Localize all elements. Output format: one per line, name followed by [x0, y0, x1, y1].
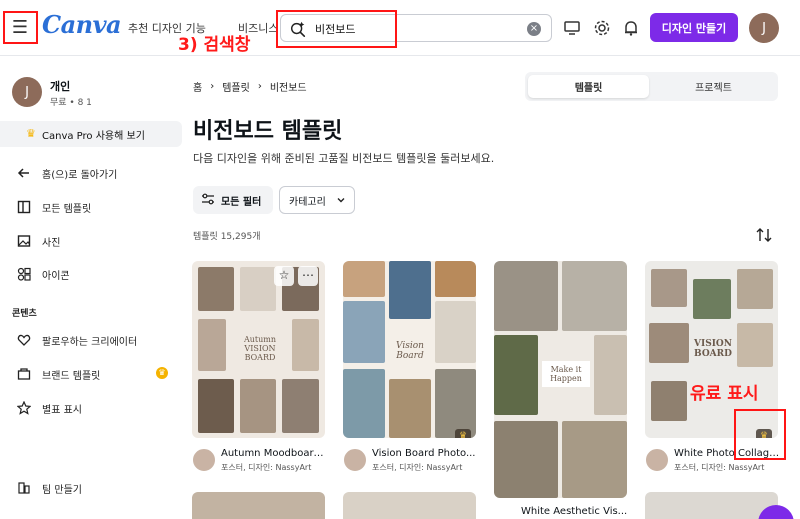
sidebar-item-label: 홈(으)로 돌아가기	[42, 169, 118, 181]
category-label: 카테고리	[289, 196, 326, 208]
try-pro-button[interactable]: ♛ Canva Pro 사용해 보기	[0, 121, 182, 147]
pro-highlight-box	[734, 409, 786, 460]
crown-icon: ♛	[26, 127, 36, 140]
top-bar: ☰ Canva 추천 디자인 기능 비즈니스 비전보드 × 디자인 만들기 J	[0, 0, 800, 56]
card-subtitle: 포스터, 디자인: NassyArt	[372, 463, 463, 472]
card-title[interactable]: White Aesthetic Vis...	[521, 506, 627, 517]
star-favorite-icon[interactable]: ☆	[274, 266, 294, 286]
star-icon	[16, 400, 32, 416]
chevron-right-icon: ›	[257, 81, 262, 92]
sidebar-item-home[interactable]: 홈(으)로 돌아가기	[16, 163, 176, 183]
heart-icon	[16, 332, 32, 348]
page-description: 다음 디자인을 위해 준비된 고품질 비전보드 템플릿을 둘러보세요.	[193, 152, 495, 165]
breadcrumb-home[interactable]: 홈	[193, 79, 202, 94]
pro-crown-icon: ♛	[455, 429, 471, 438]
chevron-down-icon	[337, 198, 345, 203]
sidebar-item-create-team[interactable]: 팀 만들기	[16, 478, 176, 498]
filter-sliders-icon	[201, 193, 215, 208]
breadcrumb-current: 비전보드	[269, 83, 307, 94]
breadcrumb-templates[interactable]: 템플릿	[222, 79, 250, 94]
sidebar-item-icons[interactable]: 아이콘	[16, 264, 176, 284]
layout-icon	[16, 199, 32, 215]
pro-annotation-label: 유료 표시	[690, 384, 759, 404]
template-count: 템플릿 15,295개	[193, 232, 261, 242]
team-icon	[16, 480, 32, 496]
breadcrumb: 홈 › 템플릿 › 비전보드	[193, 79, 307, 94]
sidebar-item-label: 모든 템플릿	[42, 203, 92, 215]
template-thumbnail[interactable]: Vision Board ♛	[343, 261, 476, 438]
sidebar-item-label: 팔로우하는 크리에이터	[42, 336, 138, 348]
create-design-button[interactable]: 디자인 만들기	[650, 13, 738, 42]
all-filters-button[interactable]: 모든 필터	[193, 186, 273, 214]
search-annotation-label: 3) 검색창	[178, 35, 251, 55]
profile-name[interactable]: 개인	[50, 78, 70, 94]
brand-icon	[16, 366, 32, 382]
try-pro-label: Canva Pro 사용해 보기	[42, 131, 145, 142]
card-center-text: Vision Board	[396, 341, 424, 361]
card-center-text: Autumn VISION BOARD	[243, 335, 277, 362]
profile-plan: 무료 • 8 1	[50, 98, 92, 108]
sidebar-item-photos[interactable]: 사진	[16, 231, 176, 251]
user-avatar[interactable]: J	[749, 13, 779, 43]
sort-icon[interactable]	[755, 226, 773, 244]
template-card-partial[interactable]	[192, 492, 325, 519]
search-highlight-box	[276, 10, 397, 48]
sidebar-item-brand-templates[interactable]: 브랜드 템플릿 ♛	[16, 364, 176, 384]
creator-avatar[interactable]	[645, 448, 669, 472]
clear-search-icon[interactable]: ×	[527, 22, 541, 36]
sidebar-item-label: 별표 표시	[42, 404, 82, 416]
sidebar-item-label: 팀 만들기	[42, 484, 82, 496]
content-section-title: 콘텐츠	[12, 309, 37, 319]
menu-highlight-box	[3, 11, 38, 44]
template-thumbnail[interactable]: Autumn VISION BOARD ☆ ⋯	[192, 261, 325, 438]
profile-avatar[interactable]: J	[12, 77, 42, 107]
sidebar-item-label: 사진	[42, 237, 61, 249]
template-card-partial[interactable]	[343, 492, 476, 519]
settings-gear-icon[interactable]	[592, 18, 612, 38]
notification-bell-icon[interactable]	[621, 18, 641, 38]
template-thumbnail[interactable]: Make it Happen	[494, 261, 627, 498]
sidebar-item-all-templates[interactable]: 모든 템플릿	[16, 197, 176, 217]
card-center-text: VISION BOARD	[694, 339, 732, 359]
tab-templates[interactable]: 템플릿	[528, 75, 649, 98]
card-center-text: Make it Happen	[542, 361, 590, 387]
more-options-icon[interactable]: ⋯	[298, 266, 318, 286]
sidebar-item-label: 아이콘	[42, 270, 70, 282]
content-type-toggle: 템플릿 프로젝트	[525, 72, 778, 101]
creator-avatar[interactable]	[192, 448, 216, 472]
sidebar-item-label: 브랜드 템플릿	[42, 370, 101, 382]
creator-avatar[interactable]	[343, 448, 367, 472]
crown-badge-icon: ♛	[156, 367, 168, 379]
category-dropdown[interactable]: 카테고리	[279, 186, 355, 214]
canva-logo[interactable]: Canva	[42, 10, 122, 39]
sidebar-item-starred[interactable]: 별표 표시	[16, 398, 176, 418]
chevron-right-icon: ›	[210, 81, 215, 92]
all-filters-label: 모든 필터	[221, 196, 262, 208]
desktop-app-icon[interactable]	[562, 18, 582, 38]
sidebar: J 개인 무료 • 8 1 ♛ Canva Pro 사용해 보기 홈(으)로 돌…	[0, 57, 182, 519]
card-title[interactable]: Vision Board Photo...	[372, 448, 478, 459]
shapes-icon	[16, 266, 32, 282]
card-title[interactable]: Autumn Moodboard...	[221, 448, 327, 459]
template-card-partial[interactable]	[645, 492, 778, 519]
tab-projects[interactable]: 프로젝트	[653, 75, 774, 98]
arrow-left-icon	[16, 165, 32, 181]
page-title: 비전보드 템플릿	[193, 119, 343, 144]
image-icon	[16, 233, 32, 249]
card-subtitle: 포스터, 디자인: NassyArt	[221, 463, 312, 472]
card-subtitle: 포스터, 디자인: NassyArt	[674, 463, 765, 472]
sidebar-item-followed-creators[interactable]: 팔로우하는 크리에이터	[16, 330, 176, 350]
